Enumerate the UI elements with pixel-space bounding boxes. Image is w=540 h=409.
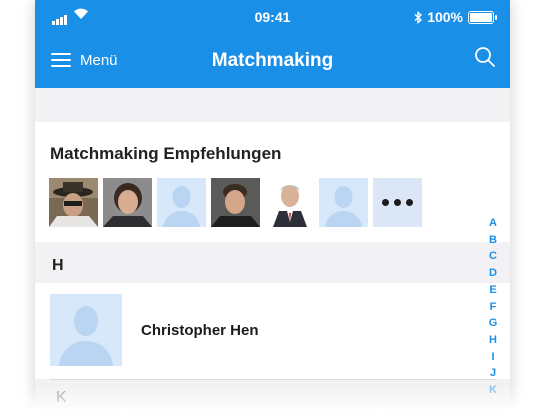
ellipsis-icon[interactable] (373, 178, 422, 227)
hat-man-photo[interactable] (49, 178, 98, 227)
index-letter[interactable]: H (487, 332, 499, 349)
index-letter[interactable]: C (487, 248, 499, 265)
battery-icon (468, 10, 497, 24)
index-letter[interactable]: J (487, 365, 499, 382)
recommendations-title: Matchmaking Empfehlungen (50, 144, 282, 163)
index-letter[interactable]: E (487, 282, 499, 299)
contact-name: Christopher Hen (141, 322, 259, 339)
recommendations-card: Matchmaking Empfehlungen (35, 122, 510, 242)
index-letter[interactable]: D (487, 265, 499, 282)
nav-bar: Menü Matchmaking (35, 32, 510, 88)
index-letter[interactable]: I (487, 349, 499, 366)
index-letter[interactable]: G (487, 315, 499, 332)
person-placeholder-icon[interactable] (157, 178, 206, 227)
section-header-h: H (35, 248, 510, 283)
section-letter: K (56, 389, 67, 406)
alphabet-index[interactable]: A B C D E F G H I J K (487, 215, 499, 399)
recommendation-avatars (49, 178, 422, 227)
woman-photo[interactable] (103, 178, 152, 227)
status-bar: 09:41 100% (35, 0, 510, 32)
smiling-man-photo[interactable] (211, 178, 260, 227)
index-letter[interactable]: B (487, 232, 499, 249)
section-header-k: K (35, 380, 510, 409)
battery-percent: 100% (427, 9, 463, 25)
suit-man-photo[interactable] (265, 178, 314, 227)
page-title: Matchmaking (211, 50, 334, 71)
index-letter[interactable]: F (487, 299, 499, 316)
person-placeholder-icon[interactable] (319, 178, 368, 227)
search-icon[interactable] (474, 46, 496, 68)
index-letter[interactable]: K (487, 382, 499, 399)
phone-screen: 09:41 100% Menü Matchmaking Matchmaking … (35, 0, 510, 409)
index-letter[interactable]: A (487, 215, 499, 232)
list-item[interactable]: Christopher Hen (35, 283, 510, 379)
section-letter: H (52, 257, 64, 274)
bluetooth-icon (414, 10, 423, 24)
person-placeholder-icon (50, 294, 122, 366)
